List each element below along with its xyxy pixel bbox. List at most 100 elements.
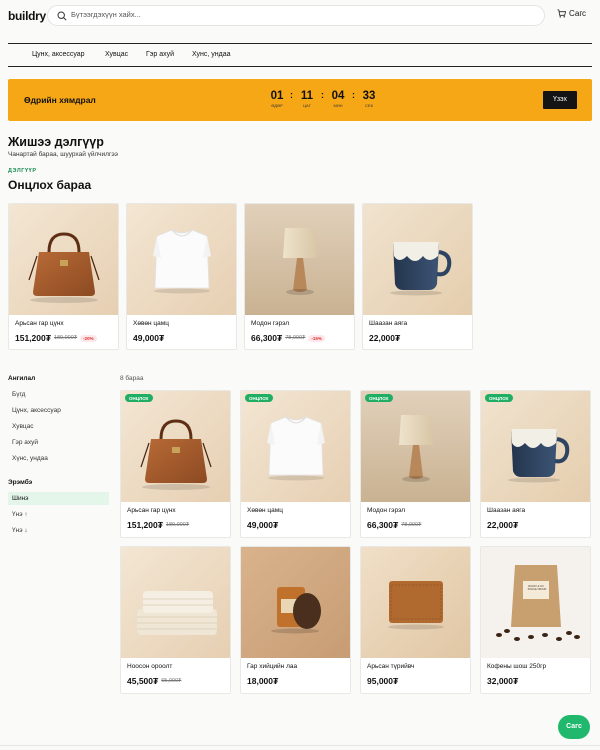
sidebar-item-bags[interactable]: Цүнх, аксессуар bbox=[12, 407, 61, 414]
featured-product-card[interactable]: Хөвөн цамц 49,000₮ bbox=[126, 203, 237, 350]
sort-heading: Эрэмбэ bbox=[8, 479, 33, 486]
daily-deal-banner: Өдрийн хямдрал 01 ӨДӨР : 11 ЦАГ : 04 МИН : … bbox=[8, 79, 592, 121]
product-price: 66,300₮ bbox=[367, 520, 399, 530]
featured-product-card[interactable]: Арьсан гар цүнх 151,200₮ 189,000₮ -20% bbox=[8, 203, 119, 350]
product-name: Хөвөн цамц bbox=[133, 320, 169, 327]
timer-separator: : bbox=[321, 90, 324, 100]
tshirt-icon bbox=[127, 204, 237, 315]
deal-view-button[interactable]: Үзэх bbox=[543, 91, 577, 109]
category-heading: Ангилал bbox=[8, 375, 36, 382]
nav-item-bags[interactable]: Цунх, аксессуар bbox=[32, 51, 85, 58]
discount-badge: -15% bbox=[308, 334, 325, 342]
product-name: Шаазан аяга bbox=[369, 320, 408, 327]
timer-separator: : bbox=[290, 90, 293, 100]
product-card[interactable]: ОНЦЛОХ Шаазан аяга 22,000₮ bbox=[480, 390, 591, 538]
product-price: 151,200₮ bbox=[15, 333, 51, 343]
product-price: 22,000₮ bbox=[487, 520, 519, 530]
deal-title: Өдрийн хямдрал bbox=[24, 95, 96, 105]
cart-button[interactable]: Сагс bbox=[557, 9, 586, 18]
product-name: Хөвөн цамц bbox=[247, 507, 283, 514]
section-label: ДЭЛГҮҮР bbox=[8, 168, 37, 174]
lamp-icon bbox=[245, 204, 355, 315]
nav-item-food[interactable]: Хунс, ундаа bbox=[192, 51, 231, 58]
product-card[interactable]: ОНЦЛОХ Арьсан гар цүнх 151,200₮ 189,000₮ bbox=[120, 390, 231, 538]
candle-icon bbox=[241, 547, 351, 658]
product-card[interactable]: ОНЦЛОХ Модон гэрэл 66,300₮ 78,000₮ bbox=[360, 390, 471, 538]
nav-item-clothing[interactable]: Хувцас bbox=[105, 51, 128, 58]
product-card[interactable]: ROAST & CO. · SINGLE ORIGIN Кофены шош 2… bbox=[480, 546, 591, 694]
product-old-price: 78,000₮ bbox=[401, 522, 422, 528]
product-name: Модон гэрэл bbox=[367, 507, 406, 514]
wallet-icon bbox=[361, 547, 471, 658]
coffee-bag-label: ROAST & CO. · SINGLE ORIGIN bbox=[527, 585, 547, 591]
featured-product-card[interactable]: Шаазан аяга 22,000₮ bbox=[362, 203, 473, 350]
timer-days: 01 ӨДӨР bbox=[270, 90, 284, 108]
product-name: Шаазан аяга bbox=[487, 507, 526, 514]
search-placeholder: Бүтээгдэхүүн хайх... bbox=[71, 10, 141, 19]
timer-separator: : bbox=[352, 90, 355, 100]
lamp-icon bbox=[361, 391, 471, 502]
product-name: Арьсан түрийвч bbox=[367, 663, 415, 670]
featured-badge: ОНЦЛОХ bbox=[365, 394, 393, 402]
category-nav: Цунх, аксессуар Хувцас Гэр ахуй Хунс, ун… bbox=[8, 43, 592, 67]
product-name: Арьсан гар цүнх bbox=[15, 320, 64, 327]
cart-label: Сагс bbox=[569, 9, 587, 18]
mug-icon bbox=[481, 391, 591, 502]
countdown-timer: 01 ӨДӨР : 11 ЦАГ : 04 МИН : 33 СЕК bbox=[266, 89, 386, 113]
product-name: Гар хийцийн лаа bbox=[247, 663, 298, 670]
timer-minutes: 04 МИН bbox=[331, 90, 345, 108]
featured-title: Онцлох бараа bbox=[8, 178, 92, 192]
product-price: 18,000₮ bbox=[247, 676, 279, 686]
product-price: 45,500₮ bbox=[127, 676, 159, 686]
product-card[interactable]: Ноосон ороолт 45,500₮ 65,000₮ bbox=[120, 546, 231, 694]
sort-option-new[interactable]: Шинэ bbox=[12, 495, 29, 502]
product-old-price: 189,000₮ bbox=[165, 522, 190, 528]
product-card[interactable]: Арьсан түрийвч 95,000₮ bbox=[360, 546, 471, 694]
timer-seconds: 33 СЕК bbox=[362, 90, 376, 108]
timer-hours: 11 ЦАГ bbox=[300, 90, 314, 108]
product-card[interactable]: Гар хийцийн лаа 18,000₮ bbox=[240, 546, 351, 694]
sort-option-price-desc[interactable]: Үнэ ↓ bbox=[12, 527, 28, 534]
cart-icon bbox=[557, 9, 566, 18]
product-old-price: 78,000₮ bbox=[285, 335, 306, 341]
product-old-price: 189,000₮ bbox=[53, 335, 78, 341]
product-price: 95,000₮ bbox=[367, 676, 399, 686]
discount-badge: -20% bbox=[80, 334, 97, 342]
product-count: 8 бараа bbox=[120, 375, 144, 382]
coffee-bag-icon bbox=[481, 547, 591, 658]
logo[interactable]: buildry bbox=[8, 9, 46, 23]
featured-badge: ОНЦЛОХ bbox=[245, 394, 273, 402]
sidebar-item-home[interactable]: Гэр ахуй bbox=[12, 439, 38, 446]
sidebar-item-clothing[interactable]: Хувцас bbox=[12, 423, 33, 430]
sort-option-price-asc[interactable]: Үнэ ↑ bbox=[12, 511, 28, 518]
mug-icon bbox=[363, 204, 473, 315]
product-name: Кофены шош 250гр bbox=[487, 663, 547, 670]
product-price: 49,000₮ bbox=[133, 333, 165, 343]
product-price: 32,000₮ bbox=[487, 676, 519, 686]
nav-item-home[interactable]: Гэр ахуй bbox=[146, 51, 174, 58]
sidebar-item-food[interactable]: Хүнс, ундаа bbox=[12, 455, 48, 462]
product-name: Модон гэрэл bbox=[251, 320, 290, 327]
featured-badge: ОНЦЛОХ bbox=[485, 394, 513, 402]
product-name: Ноосон ороолт bbox=[127, 663, 173, 670]
product-price: 22,000₮ bbox=[369, 333, 401, 343]
top-header: buildry Бүтээгдэхүүн хайх... Сагс bbox=[0, 0, 600, 32]
footer-divider bbox=[0, 745, 600, 746]
product-price: 151,200₮ bbox=[127, 520, 163, 530]
featured-badge: ОНЦЛОХ bbox=[125, 394, 153, 402]
product-old-price: 65,000₮ bbox=[161, 678, 182, 684]
handbag-icon bbox=[9, 204, 119, 315]
search-input[interactable]: Бүтээгдэхүүн хайх... bbox=[47, 5, 545, 26]
product-card[interactable]: ОНЦЛОХ Хөвөн цамц 49,000₮ bbox=[240, 390, 351, 538]
search-icon bbox=[57, 11, 67, 21]
tshirt-icon bbox=[241, 391, 351, 502]
floating-cart-button[interactable]: Сагс bbox=[558, 715, 590, 739]
product-price: 66,300₮ bbox=[251, 333, 283, 343]
product-price: 49,000₮ bbox=[247, 520, 279, 530]
shop-title: Жишээ дэлгүүр bbox=[8, 135, 104, 149]
shop-subtitle: Чанартай бараа, шуурхай үйлчилгээ bbox=[8, 151, 118, 158]
featured-product-card[interactable]: Модон гэрэл 66,300₮ 78,000₮ -15% bbox=[244, 203, 355, 350]
sidebar-item-all[interactable]: Бүгд bbox=[12, 391, 25, 398]
blanket-icon bbox=[121, 547, 231, 658]
product-name: Арьсан гар цүнх bbox=[127, 507, 176, 514]
